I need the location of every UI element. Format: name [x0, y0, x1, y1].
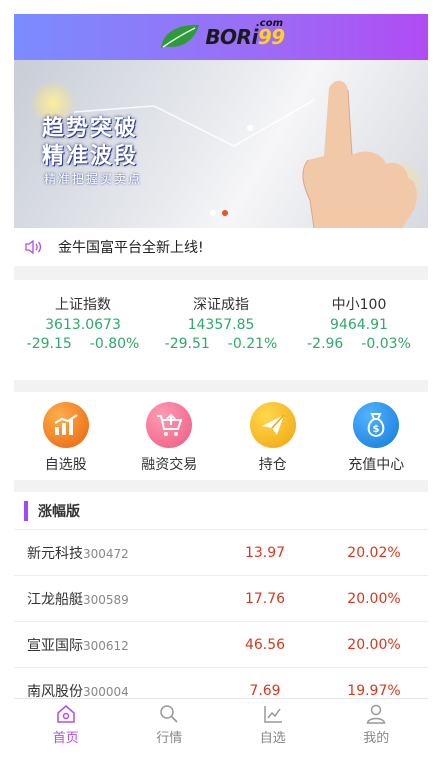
quick-actions: 自选股 融资交易 持仓 $ 充值中心	[14, 392, 428, 480]
app-header: BORi99 .com	[14, 14, 428, 60]
stock-name: 江龙船艇	[27, 591, 83, 608]
index-card[interactable]: 上证指数 3613.0673 -29.15 -0.80%	[14, 280, 152, 380]
promo-banner[interactable]: 趋势突破 精准波段 精准把握买卖点	[14, 60, 428, 228]
index-name: 中小100	[331, 297, 387, 313]
stock-change-percent: 19.97%	[347, 682, 401, 699]
banner-headline-2: 精准波段	[42, 144, 139, 169]
line-chart-icon	[264, 706, 282, 723]
quick-action-watchlist[interactable]: 自选股	[14, 392, 118, 480]
leaf-icon	[161, 24, 200, 48]
quick-action-margin-trading[interactable]: 融资交易	[118, 392, 222, 480]
quick-action-recharge[interactable]: $ 充值中心	[325, 392, 429, 480]
tab-label: 行情	[156, 731, 183, 746]
stock-code: 300472	[83, 546, 129, 561]
stock-code: 300589	[83, 592, 129, 607]
banner-subline: 精准把握买卖点	[44, 172, 143, 186]
index-percent: -0.80%	[89, 336, 140, 352]
table-row[interactable]: 宣亚国际300612 46.56 20.00%	[14, 622, 428, 668]
quick-action-label: 充值中心	[348, 457, 405, 473]
stock-change-percent: 20.00%	[347, 590, 401, 607]
index-change: -2.96	[307, 336, 344, 352]
stock-name: 新元科技	[27, 545, 83, 562]
index-value: 9464.91	[330, 317, 388, 333]
search-icon	[160, 705, 178, 723]
notice-text: 金牛国富平台全新上线!	[58, 240, 204, 256]
tab-label: 自选	[259, 731, 286, 746]
cart-icon	[146, 402, 193, 448]
hand-pointing-illustration	[302, 80, 417, 228]
bottom-tab-bar: 首页 行情 自选 我的	[14, 698, 428, 750]
stock-name-cell: 新元科技300472	[14, 543, 210, 563]
paper-plane-icon	[249, 402, 296, 448]
index-name: 上证指数	[55, 297, 111, 313]
index-percent: -0.03%	[361, 336, 411, 352]
index-change: -29.15	[26, 336, 72, 352]
stock-name-cell: 江龙船艇300589	[14, 589, 210, 609]
index-change-row: -29.51 -0.21%	[152, 336, 290, 352]
tab-label: 我的	[363, 731, 390, 746]
quick-action-label: 融资交易	[141, 457, 198, 473]
tab-label: 首页	[52, 731, 79, 746]
logo-domain-suffix: .com	[256, 18, 284, 29]
tab-market[interactable]: 行情	[118, 699, 222, 750]
home-icon	[57, 705, 75, 723]
section-accent-bar	[24, 500, 28, 521]
index-value: 3613.0673	[45, 317, 121, 333]
money-bag-icon: $	[353, 402, 400, 448]
index-card[interactable]: 深证成指 14357.85 -29.51 -0.21%	[152, 280, 290, 380]
index-card[interactable]: 中小100 9464.91 -2.96 -0.03%	[290, 280, 428, 380]
user-icon	[366, 704, 386, 724]
table-row[interactable]: 新元科技300472 13.97 20.02%	[14, 530, 428, 576]
stock-name: 宣亚国际	[27, 637, 83, 654]
stock-price: 7.69	[249, 682, 281, 699]
stock-change-percent: 20.02%	[347, 544, 401, 561]
table-row[interactable]: 江龙船艇300589 17.76 20.00%	[14, 576, 428, 622]
index-change-row: -2.96 -0.03%	[290, 336, 428, 352]
quick-action-label: 自选股	[44, 457, 87, 473]
index-change: -29.51	[164, 336, 210, 352]
quick-action-positions[interactable]: 持仓	[221, 392, 325, 480]
index-percent: -0.21%	[227, 336, 278, 352]
notice-bar[interactable]: 金牛国富平台全新上线!	[14, 228, 428, 266]
tab-watchlist[interactable]: 自选	[221, 699, 325, 750]
carousel-dot[interactable]	[210, 210, 216, 216]
carousel-dot-active[interactable]	[222, 210, 228, 216]
stock-price: 46.56	[244, 636, 286, 653]
carousel-dots	[210, 210, 228, 216]
stock-code: 300004	[83, 684, 129, 699]
index-value: 14357.85	[187, 317, 255, 333]
bar-chart-icon	[42, 402, 89, 448]
quick-action-label: 持仓	[258, 457, 287, 473]
speaker-icon	[25, 239, 42, 255]
tab-home[interactable]: 首页	[14, 699, 118, 750]
stock-change-percent: 20.00%	[347, 636, 401, 653]
tab-mine[interactable]: 我的	[325, 699, 429, 750]
stock-price: 17.76	[244, 590, 286, 607]
svg-text:$: $	[373, 424, 380, 435]
index-name: 深证成指	[193, 297, 249, 313]
market-indices: 上证指数 3613.0673 -29.15 -0.80% 深证成指 14357.…	[14, 280, 428, 380]
app-screen: BORi99 .com 趋势突破 精准波段 精准把握买卖点 金牛国富平台全新上线…	[14, 14, 428, 750]
stock-price: 13.97	[244, 544, 286, 561]
stock-name-cell: 宣亚国际300612	[14, 635, 210, 655]
stock-code: 300612	[83, 638, 129, 653]
gainers-board-title: 涨幅版	[38, 503, 80, 520]
gainers-board-header: 涨幅版	[14, 492, 428, 530]
index-change-row: -29.15 -0.80%	[14, 336, 152, 352]
gainers-board: 涨幅版 新元科技300472 13.97 20.02% 江龙船艇300589 1…	[14, 492, 428, 714]
